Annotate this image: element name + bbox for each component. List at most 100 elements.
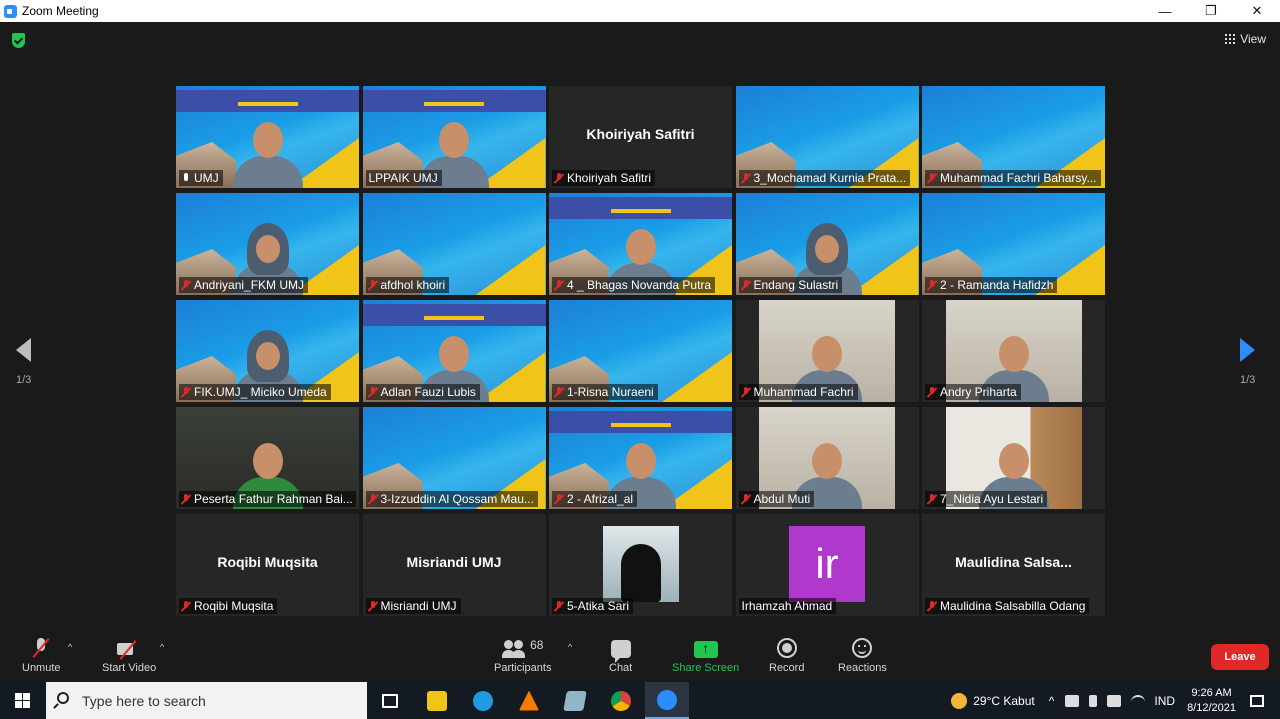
audio-options-caret[interactable]: ^ [68, 642, 72, 652]
weather-icon[interactable] [951, 692, 968, 709]
participant-name: Andriyani_FKM UMJ [194, 278, 305, 292]
profile-initials-avatar: ir [789, 526, 865, 602]
share-screen-icon [693, 640, 718, 658]
participant-tile[interactable]: UMJ [176, 86, 359, 188]
participant-tile[interactable]: Khoiriyah Safitri Khoiriyah Safitri [549, 86, 732, 188]
participant-name: Irhamzah Ahmad [741, 599, 833, 613]
participant-name-label: Andry Priharta [925, 384, 1021, 400]
participant-tile[interactable]: 1-Risna Nuraeni [549, 300, 732, 402]
file-explorer-button[interactable] [415, 682, 459, 719]
record-button[interactable]: Record [769, 636, 804, 674]
participant-tile[interactable]: LPPAIK UMJ [362, 86, 546, 188]
participant-name: Peserta Fathur Rahman Bai... [194, 492, 353, 506]
participant-tile[interactable]: Muhammad Fachri [735, 300, 919, 402]
title-bar: Zoom Meeting — ❐ ✕ [0, 0, 1280, 22]
video-grid: UMJ LPPAIK UMJ Khoiriyah Safitri Khoiriyah … [176, 86, 1105, 616]
event-banner [176, 90, 359, 112]
participant-name: Muhammad Fachri Baharsy... [940, 171, 1097, 185]
participant-name-label: Peserta Fathur Rahman Bai... [179, 491, 356, 507]
microphone-muted-icon [369, 493, 377, 505]
participants-button[interactable]: 68 Participants [494, 636, 551, 674]
participant-tile[interactable]: Andry Priharta [922, 300, 1105, 402]
microphone-muted-icon [742, 279, 750, 291]
start-video-button[interactable]: Start Video [102, 636, 156, 674]
participant-tile[interactable]: 3-Izzuddin Al Qossam Mau... [362, 407, 546, 509]
wifi-icon[interactable] [1131, 694, 1146, 707]
battery-icon[interactable] [1107, 694, 1122, 707]
participant-tile[interactable]: ir Irhamzah Ahmad [735, 514, 919, 616]
participant-name: Muhammad Fachri [753, 385, 854, 399]
start-button[interactable] [0, 682, 44, 719]
participant-name-label: 4 _ Bhagas Novanda Putra [552, 277, 716, 293]
minimize-button[interactable]: — [1142, 0, 1188, 22]
participant-tile[interactable]: Muhammad Fachri Baharsy... [922, 86, 1105, 188]
windows-logo-icon [14, 693, 30, 708]
zoom-taskbar-button[interactable] [645, 682, 689, 719]
microphone-icon[interactable] [1089, 694, 1098, 707]
microphone-muted-icon [928, 279, 936, 291]
participant-tile[interactable]: Misriandi UMJ Misriandi UMJ [362, 514, 546, 616]
event-banner [362, 304, 546, 326]
chat-button[interactable]: Chat [609, 636, 632, 674]
show-hidden-icons-chevron-icon[interactable]: ^ [1049, 694, 1055, 708]
taskbar-search-box[interactable]: Type here to search [46, 682, 367, 719]
participant-tile[interactable]: Maulidina Salsa... Maulidina Salsabilla O… [922, 514, 1105, 616]
vlc-icon [519, 690, 539, 711]
participant-display-name: Misriandi UMJ [406, 554, 502, 570]
next-page-button[interactable]: 1/3 [1240, 338, 1255, 386]
participant-video [232, 116, 303, 188]
participants-options-caret[interactable]: ^ [568, 642, 572, 652]
participant-tile[interactable]: Roqibi Muqsita Roqibi Muqsita [176, 514, 359, 616]
participant-tile[interactable]: 2 - Afrizal_al [549, 407, 732, 509]
participant-tile[interactable]: 3_Mochamad Kurnia Prata... [735, 86, 919, 188]
encryption-shield-icon[interactable] [12, 33, 25, 48]
edge-icon [473, 690, 493, 711]
previous-page-button[interactable]: 1/3 [16, 338, 31, 386]
page-indicator-left: 1/3 [16, 374, 32, 386]
participant-tile[interactable]: FIK.UMJ_ Miciko Umeda [176, 300, 359, 402]
zoom-app-icon [4, 4, 17, 18]
participant-name: 3_Mochamad Kurnia Prata... [753, 171, 907, 185]
participant-name-label: Roqibi Muqsita [179, 598, 278, 614]
participant-tile[interactable]: Endang Sulastri [735, 193, 919, 295]
language-indicator[interactable]: IND [1154, 694, 1175, 708]
participant-name: LPPAIK UMJ [368, 171, 438, 185]
participant-tile[interactable]: 7_Nidia Ayu Lestari [922, 407, 1105, 509]
participant-tile[interactable]: Peserta Fathur Rahman Bai... [176, 407, 359, 509]
participant-tile[interactable]: Adlan Fauzi Lubis [362, 300, 546, 402]
share-screen-button[interactable]: Share Screen [672, 636, 739, 674]
weather-text[interactable]: 29°C Kabut [973, 694, 1035, 708]
app-button[interactable] [553, 682, 597, 719]
onedrive-icon[interactable] [1065, 694, 1080, 707]
edge-button[interactable] [461, 682, 505, 719]
participant-tile[interactable]: 5-Atika Sari [549, 514, 732, 616]
notifications-icon[interactable] [1250, 694, 1264, 707]
view-button[interactable]: View [1225, 32, 1266, 46]
vlc-button[interactable] [507, 682, 551, 719]
video-options-caret[interactable]: ^ [160, 642, 164, 652]
system-tray: 29°C Kabut ^ IND 9:26 AM 8/12/2021 [951, 682, 1280, 719]
participant-tile[interactable]: Andriyani_FKM UMJ [176, 193, 359, 295]
close-button[interactable]: ✕ [1234, 0, 1280, 22]
clock[interactable]: 9:26 AM 8/12/2021 [1187, 686, 1236, 716]
chrome-button[interactable] [599, 682, 643, 719]
record-label: Record [769, 662, 805, 674]
restore-button[interactable]: ❐ [1188, 0, 1234, 22]
participant-tile[interactable]: 2 - Ramanda Hafidzh [922, 193, 1105, 295]
microphone-muted-icon [182, 493, 190, 505]
microphone-muted-icon [369, 386, 377, 398]
microphone-muted-icon [928, 600, 936, 612]
participant-tile[interactable]: 4 _ Bhagas Novanda Putra [549, 193, 732, 295]
leave-button[interactable]: Leave [1211, 644, 1269, 670]
chat-label: Chat [609, 662, 633, 674]
reactions-button[interactable]: Reactions [838, 636, 887, 674]
participant-tile[interactable]: afdhol khoiri [362, 193, 546, 295]
participant-name-label: Muhammad Fachri [738, 384, 858, 400]
participant-name-label: afdhol khoiri [365, 277, 450, 293]
participant-tile[interactable]: Abdul Muti [735, 407, 919, 509]
clock-time: 9:26 AM [1191, 686, 1232, 699]
zoom-icon [657, 689, 677, 710]
participant-name-label: Maulidina Salsabilla Odang [925, 598, 1090, 614]
unmute-button[interactable]: Unmute [22, 636, 61, 674]
task-view-button[interactable] [368, 682, 412, 719]
